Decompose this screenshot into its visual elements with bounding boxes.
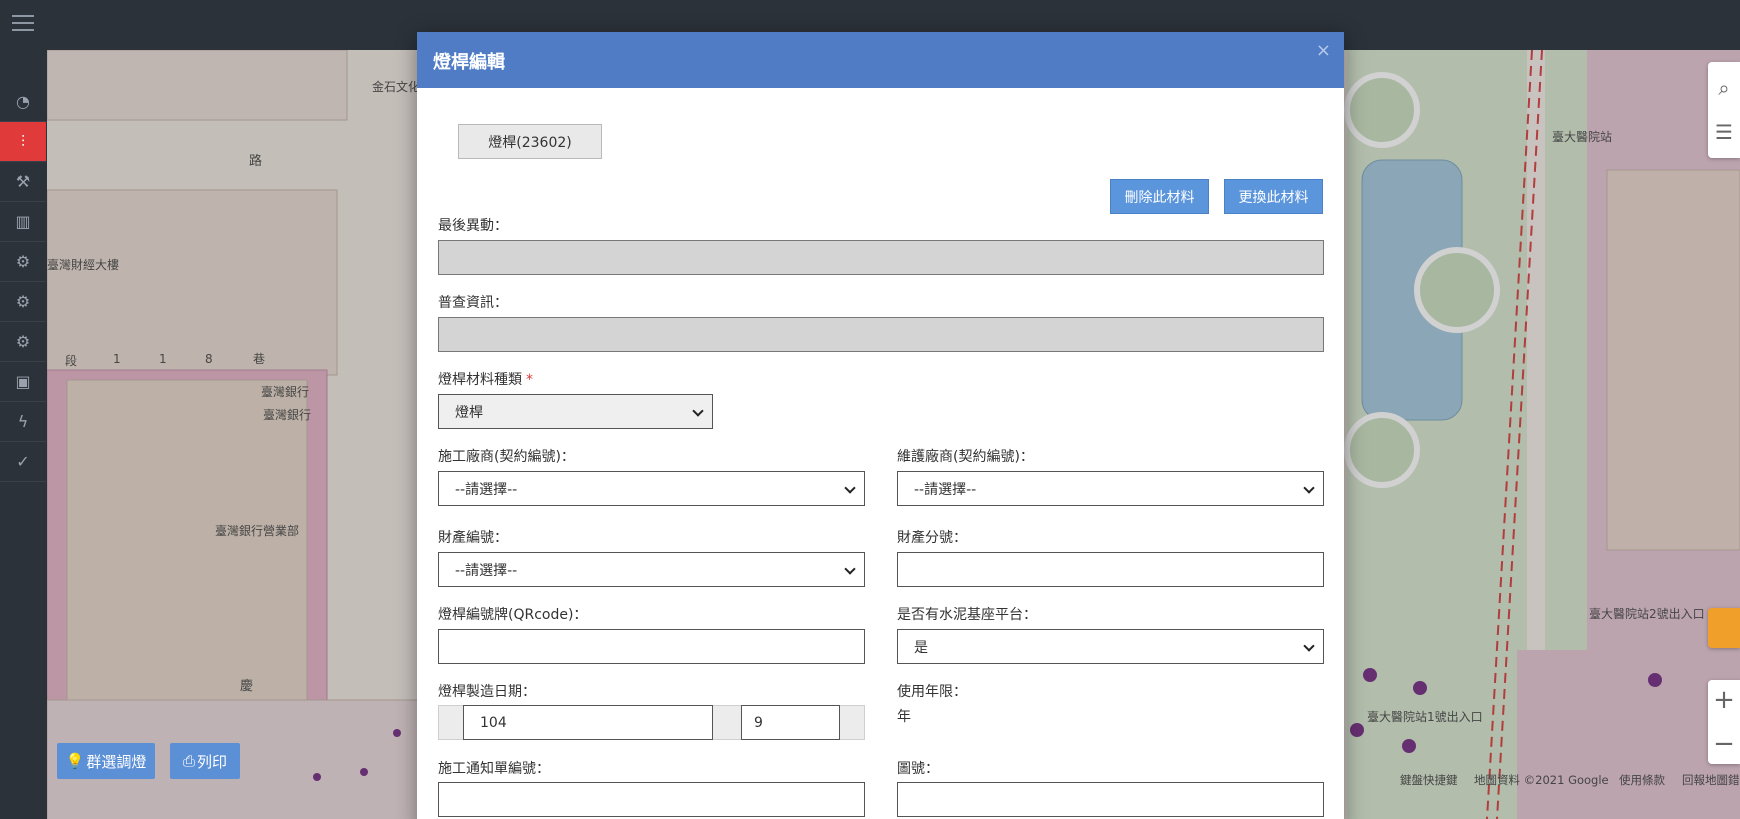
group-dim-button[interactable]: 💡 群選調燈: [57, 743, 155, 779]
app-window: ◔ ⫶ ⚒ ▥ ⚙ ⚙ ⚙ ▣ ϟ ✓ 臺灣銀行 臺灣銀行 臺灣銀行營業部 臺大…: [0, 0, 1740, 819]
menu-icon[interactable]: [12, 15, 34, 33]
sidebar: ◔ ⫶ ⚒ ▥ ⚙ ⚙ ⚙ ▣ ϟ ✓: [0, 50, 47, 819]
notice-no-label: 施工通知單編號：: [438, 761, 550, 777]
cogs-icon[interactable]: ⚙: [0, 242, 46, 282]
chart-icon[interactable]: ▥: [0, 202, 46, 242]
last-change-label: 最後異動：: [438, 218, 508, 234]
maintainer-select[interactable]: --請選擇--: [897, 471, 1324, 506]
mfg-month-input[interactable]: 9: [741, 705, 840, 740]
mfg-year-input[interactable]: 104: [463, 705, 713, 740]
zoom-in-icon[interactable]: +: [1713, 685, 1735, 715]
material-type-label-text: 燈桿材料種類: [438, 372, 522, 388]
bolt-icon[interactable]: ϟ: [0, 402, 46, 442]
tab-pole[interactable]: 燈桿(23602): [458, 124, 602, 159]
qrcode-input[interactable]: [438, 629, 865, 664]
replace-material-button[interactable]: 更換此材料: [1224, 179, 1323, 214]
mfg-date-label: 燈桿製造日期：: [438, 684, 536, 700]
bulb-icon: 💡: [65, 752, 85, 770]
drawing-no-input[interactable]: [897, 782, 1324, 817]
survey-info-label: 普查資訊：: [438, 295, 508, 311]
material-type-select[interactable]: 燈桿: [438, 394, 713, 429]
zoom-control: + −: [1708, 680, 1740, 764]
service-life-value: 年: [897, 709, 911, 725]
print-label: 列印: [197, 752, 228, 771]
asset-sub-no-input[interactable]: [897, 552, 1324, 587]
report-error-link[interactable]: 回報地圖錯誤: [1682, 772, 1740, 788]
cogs-icon[interactable]: ⚙: [0, 282, 46, 322]
cement-base-select[interactable]: 是: [897, 629, 1324, 664]
cement-base-label: 是否有水泥基座平台：: [897, 607, 1037, 623]
print-button[interactable]: ⎙ 列印: [170, 743, 240, 779]
pegman-icon[interactable]: [1708, 608, 1740, 648]
dashboard-icon[interactable]: ◔: [0, 82, 46, 122]
maintainer-label: 維護廠商(契約編號)：: [897, 449, 1034, 465]
modal-header: 燈桿編輯 ×: [417, 32, 1344, 88]
close-icon[interactable]: ×: [1316, 40, 1331, 61]
contractor-select[interactable]: --請選擇--: [438, 471, 865, 506]
edit-modal: 燈桿編輯 × 燈桿(23602) 刪除此材料 更換此材料 最後異動： 普查資訊：…: [417, 32, 1344, 819]
qrcode-label: 燈桿編號牌(QRcode)：: [438, 607, 588, 623]
asset-no-label: 財產編號：: [438, 530, 508, 546]
zoom-out-icon[interactable]: −: [1713, 729, 1735, 759]
wrench-icon[interactable]: ⚒: [0, 162, 46, 202]
keyboard-shortcuts-link[interactable]: 鍵盤快捷鍵: [1400, 772, 1458, 788]
list-icon[interactable]: ☰: [1715, 120, 1733, 144]
check-circle-icon[interactable]: ✓: [0, 442, 46, 482]
asset-no-select[interactable]: --請選擇--: [438, 552, 865, 587]
search-icon[interactable]: ⌕: [1718, 76, 1729, 100]
modal-title: 燈桿編輯: [433, 52, 505, 73]
map-copyright: 地圖資料 ©2021 Google: [1474, 773, 1609, 787]
delete-material-button[interactable]: 刪除此材料: [1110, 179, 1209, 214]
last-change-field: [438, 240, 1324, 275]
terms-link[interactable]: 使用條款: [1619, 772, 1665, 788]
survey-info-field: [438, 317, 1324, 352]
service-life-label: 使用年限：: [897, 684, 967, 700]
material-type-label: 燈桿材料種類 *: [438, 369, 533, 389]
map-tools: ⌕ ☰: [1708, 62, 1740, 158]
gear-icon[interactable]: ⚙: [0, 322, 46, 362]
contractor-label: 施工廠商(契約編號)：: [438, 449, 575, 465]
required-mark: *: [526, 372, 533, 388]
asset-sub-no-label: 財產分號：: [897, 530, 967, 546]
drawing-no-label: 圖號：: [897, 761, 939, 777]
group-dim-label: 群選調燈: [86, 752, 147, 771]
sliders-icon[interactable]: ⫶: [0, 122, 46, 162]
archive-icon[interactable]: ▣: [0, 362, 46, 402]
print-icon: ⎙: [182, 752, 195, 770]
notice-no-input[interactable]: [438, 782, 865, 817]
